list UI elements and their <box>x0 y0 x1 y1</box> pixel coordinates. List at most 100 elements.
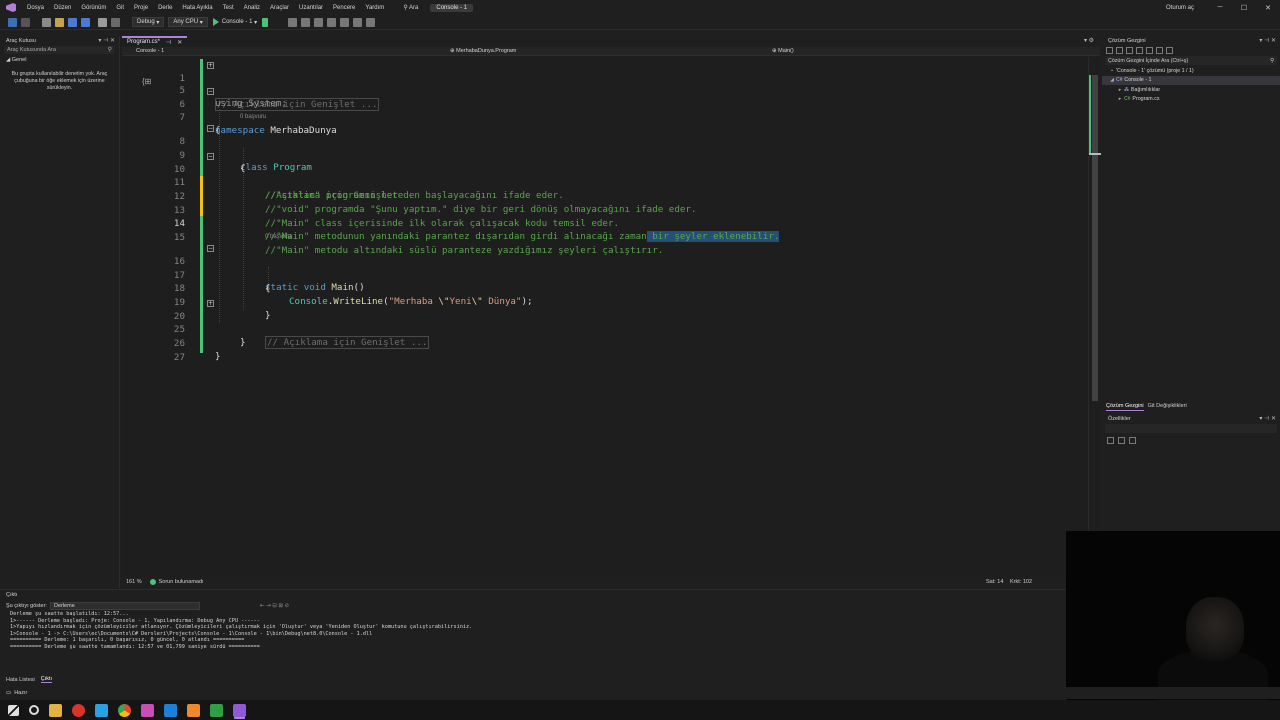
platform-select[interactable]: Any CPU ▾ <box>168 17 208 27</box>
menu-debug[interactable]: Hata Ayıkla <box>177 5 217 11</box>
categorized-icon[interactable] <box>1107 437 1114 444</box>
maximize-button[interactable]: ☐ <box>1232 4 1256 12</box>
search-button[interactable]: ⚲ Ara <box>397 4 424 11</box>
scrollbar-thumb[interactable] <box>1092 75 1098 401</box>
telegram-icon[interactable] <box>95 703 108 717</box>
refresh-icon[interactable] <box>1136 46 1143 54</box>
issues-status[interactable]: Sorun bulunamadı <box>159 579 204 585</box>
tab-error-list[interactable]: Hata Listesi <box>6 677 35 683</box>
nav-project-select[interactable]: Console - 1 <box>136 48 164 54</box>
menu-edit[interactable]: Düzen <box>49 5 76 11</box>
opera-icon[interactable] <box>72 703 85 717</box>
solution-search-input[interactable]: Çözüm Gezgini İçinde Ara (Ctrl+ş) ⚲ <box>1105 56 1277 65</box>
new-item-icon[interactable] <box>42 17 51 27</box>
menu-window[interactable]: Pencere <box>328 5 360 11</box>
toolbar-tool-icon[interactable] <box>353 17 363 27</box>
properties-object-select[interactable] <box>1105 424 1277 433</box>
menu-analyze[interactable]: Analiz <box>239 5 265 11</box>
save-icon[interactable] <box>68 17 77 27</box>
undo-icon[interactable] <box>98 17 107 27</box>
collapse-icon[interactable]: − <box>207 153 214 160</box>
start-debug-button[interactable]: Console - 1 ▾ <box>212 18 257 26</box>
nav-member-select[interactable]: ⊕ Main() <box>772 48 794 54</box>
column-indicator[interactable]: Krkt: 102 <box>1010 579 1032 585</box>
tab-git-changes[interactable]: Git Değişiklikleri <box>1148 402 1187 410</box>
menu-build[interactable]: Derle <box>153 5 177 11</box>
selected-text[interactable]: bir şeyler eklenebilir. <box>646 231 780 242</box>
code-editor[interactable]: {⊞ 1 + // Açıklama için Genişlet ... 5 u… <box>122 57 1088 577</box>
alphabetical-icon[interactable] <box>1118 437 1125 444</box>
line-indicator[interactable]: Sat: 14 <box>986 579 1003 585</box>
tab-overflow-icon[interactable]: ▾ ⚙ <box>1084 37 1094 44</box>
tab-solution-explorer[interactable]: Çözüm Gezgini <box>1106 402 1144 411</box>
collapse-all-icon[interactable] <box>1146 46 1153 54</box>
collapse-icon[interactable]: − <box>207 245 214 252</box>
chevron-right-icon[interactable]: ▸ <box>1116 96 1124 102</box>
tab-program-cs[interactable]: Program.cs* ⊣ ✕ <box>122 36 188 46</box>
tree-expander-icon[interactable]: ▪ <box>1108 68 1116 74</box>
output-toolbar-icons[interactable]: ⇤ ⇥ ⊟ ⊠ ⊘ <box>260 603 289 609</box>
toolbar-tool-icon[interactable] <box>314 17 324 27</box>
tree-item-program-cs[interactable]: ▸ C# Program.cs <box>1102 95 1280 105</box>
expand-icon[interactable]: + <box>207 62 214 69</box>
show-all-files-icon[interactable] <box>1156 46 1163 54</box>
toolbar-tool-icon[interactable] <box>366 17 376 27</box>
navigate-back-icon[interactable] <box>8 17 17 27</box>
tree-item-dependencies[interactable]: ▸ ⁂ Bağımlılıklar <box>1102 85 1280 95</box>
excel-icon[interactable] <box>210 703 223 717</box>
configuration-select[interactable]: Debug ▾ <box>132 17 165 27</box>
collapse-icon[interactable]: − <box>207 88 214 95</box>
switch-views-icon[interactable] <box>1116 46 1123 54</box>
home-icon[interactable] <box>1106 46 1113 54</box>
visual-studio-icon[interactable] <box>233 703 246 717</box>
tree-item-project[interactable]: ◢ C# Console - 1 <box>1102 75 1280 85</box>
app-icon[interactable] <box>141 703 154 717</box>
toolbar-tool-icon[interactable] <box>288 17 298 27</box>
navigate-forward-icon[interactable] <box>21 17 30 27</box>
tab-output[interactable]: Çıktı <box>40 676 53 683</box>
property-pages-icon[interactable] <box>1129 437 1136 444</box>
close-window-button[interactable]: ✕ <box>1256 4 1280 12</box>
chevron-down-icon[interactable]: ◢ <box>1108 77 1116 83</box>
menu-extensions[interactable]: Uzantılar <box>294 5 328 11</box>
toolbox-group-general[interactable]: ◢ Genel <box>0 57 119 63</box>
collapse-icon[interactable]: − <box>207 125 214 132</box>
toolbar-tool-icon[interactable] <box>301 17 311 27</box>
menu-project[interactable]: Proje <box>129 5 153 11</box>
pin-icon[interactable]: ⊣ <box>166 39 171 46</box>
redo-icon[interactable] <box>111 17 120 27</box>
search-icon[interactable] <box>29 705 39 715</box>
menu-view[interactable]: Görünüm <box>76 5 111 11</box>
menu-tools[interactable]: Araçlar <box>265 5 294 11</box>
menu-file[interactable]: Dosya <box>22 5 49 11</box>
toolbox-search-input[interactable]: Araç Kutusunda Ara ⚲ <box>4 46 115 54</box>
codelens-references[interactable]: 0 başvuru <box>240 114 266 120</box>
menu-git[interactable]: Git <box>111 5 129 11</box>
sync-icon[interactable] <box>1126 46 1133 54</box>
toolbar-tool-icon[interactable] <box>327 17 337 27</box>
open-file-icon[interactable] <box>55 17 64 27</box>
zoom-level[interactable]: 161 % <box>126 579 142 585</box>
minimize-button[interactable]: ─ <box>1208 4 1232 11</box>
output-source-select[interactable]: Derleme <box>49 601 200 610</box>
menu-help[interactable]: Yardım <box>360 5 389 11</box>
codelens-references[interactable]: 0 başvuru <box>265 234 291 240</box>
menu-test[interactable]: Test <box>218 5 239 11</box>
vscode-icon[interactable] <box>164 703 177 717</box>
properties-icon[interactable] <box>1166 46 1173 54</box>
pane-buttons[interactable]: ▾ ⊣ ✕ <box>98 37 115 44</box>
chrome-icon[interactable] <box>118 703 131 717</box>
save-all-icon[interactable] <box>81 17 90 27</box>
sign-in-link[interactable]: Oturum aç <box>1166 5 1194 11</box>
chevron-right-icon[interactable]: ▸ <box>1116 87 1124 93</box>
start-without-debug-icon[interactable] <box>262 17 269 27</box>
nav-class-select[interactable]: ⊕ MerhabaDunya.Program <box>450 48 516 54</box>
file-explorer-icon[interactable] <box>49 703 62 717</box>
pane-buttons[interactable]: ▾ ⊣ ✕ <box>1259 37 1276 44</box>
expand-icon[interactable]: + <box>207 300 214 307</box>
start-icon[interactable] <box>8 704 19 716</box>
close-icon[interactable]: ✕ <box>177 39 182 46</box>
editor-scrollbar[interactable] <box>1088 57 1101 577</box>
tree-item-solution[interactable]: ▪ 'Console - 1' çözümü (proje 1 / 1) <box>1102 66 1280 76</box>
pane-buttons[interactable]: ▾ ⊣ ✕ <box>1259 415 1276 422</box>
